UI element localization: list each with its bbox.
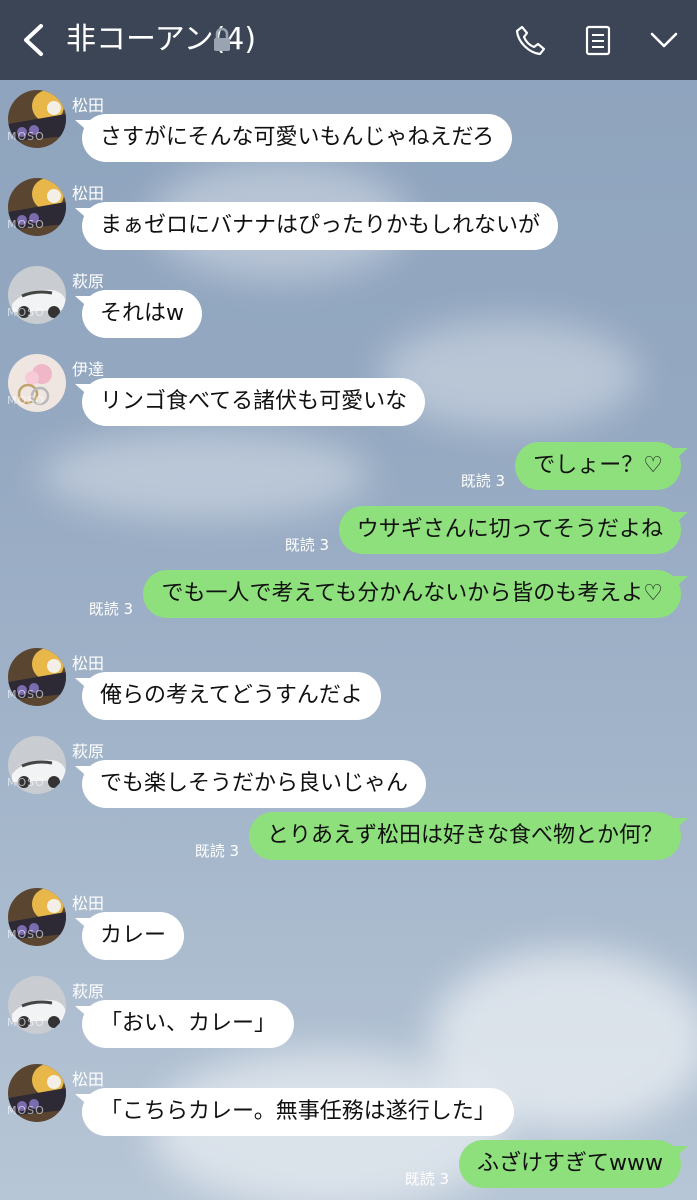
incoming-message: MOSO 萩原 それはw [0,266,697,348]
sender-name: 萩原 [72,272,105,291]
message-bubble[interactable]: それはw [82,290,202,338]
chat-screen: 非コーアン(4) MOSO 松田 さすがにそんな可愛いもんじゃねえだろ MOSO 松田ま… [0,0,697,1200]
read-receipt: 既読 3 [284,536,329,554]
message-list[interactable]: MOSO 松田 さすがにそんな可愛いもんじゃねえだろ MOSO 松田 まぁゼロにバナナはぴ… [0,80,697,1200]
chat-header: 非コーアン(4) [0,0,697,80]
avatar-watermark: MOSO [7,218,45,231]
sender-name: 松田 [72,654,105,673]
chevron-down-icon[interactable] [644,20,684,60]
read-receipt: 既読 3 [404,1170,449,1188]
incoming-message: MOSO 萩原 でも楽しそうだから良いじゃん [0,736,697,818]
sender-name: 伊達 [72,360,105,379]
message-bubble[interactable]: リンゴ食べてる諸伏も可愛いな [82,378,426,426]
sender-name: 萩原 [72,982,105,1001]
lock-icon [214,27,230,51]
outgoing-message: ふざけすぎてwww 既読 3 [0,1140,697,1196]
notes-icon[interactable] [578,20,618,60]
avatar-watermark: MOSO [7,306,45,319]
message-bubble[interactable]: 「こちらカレー。無事任務は遂行した」 [82,1088,514,1136]
message-bubble[interactable]: 「おい、カレー」 [82,1000,295,1048]
read-receipt: 既読 3 [194,842,239,860]
message-bubble[interactable]: とりあえず松田は好きな食べ物とか何？ [248,812,681,860]
avatar-watermark: MOSO [7,130,45,143]
incoming-message: MOSO 松田 カレー [0,888,697,970]
incoming-message: MOSO 松田 さすがにそんな可愛いもんじゃねえだろ [0,90,697,172]
avatar-watermark: MOSO [7,1016,45,1029]
outgoing-message: でしょー？♡ 既読 3 [0,442,697,498]
message-bubble[interactable]: でも楽しそうだから良いじゃん [82,760,427,808]
incoming-message: MOSO 伊達 リンゴ食べてる諸伏も可愛いな [0,354,697,436]
outgoing-message: とりあえず松田は好きな食べ物とか何？ 既読 3 [0,812,697,868]
incoming-message: MOSO 松田 俺らの考えてどうすんだよ [0,648,697,730]
message-bubble[interactable]: 俺らの考えてどうすんだよ [82,672,381,720]
message-bubble[interactable]: さすがにそんな可愛いもんじゃねえだろ [82,114,513,162]
avatar-watermark: MOSO [7,776,45,789]
outgoing-message: でも一人で考えても分かんないから皆のも考えよ♡ 既読 3 [0,570,697,626]
message-bubble[interactable]: カレー [82,912,185,960]
sender-name: 萩原 [72,742,105,761]
sender-name: 松田 [72,894,105,913]
message-bubble[interactable]: ウサギさんに切ってそうだよね [338,506,681,554]
phone-icon[interactable] [510,20,550,60]
read-receipt: 既読 3 [88,600,133,618]
avatar-watermark: MOSO [7,394,45,407]
read-receipt: 既読 3 [460,472,505,490]
avatar-watermark: MOSO [7,928,45,941]
message-bubble[interactable]: まぁゼロにバナナはぴったりかもしれないが [82,202,559,250]
sender-name: 松田 [72,1070,105,1089]
message-bubble[interactable]: でしょー？♡ [515,442,681,490]
incoming-message: MOSO 松田 まぁゼロにバナナはぴったりかもしれないが [0,178,697,260]
sender-name: 松田 [72,184,105,203]
sender-name: 松田 [72,96,105,115]
incoming-message: MOSO 萩原 「おい、カレー」 [0,976,697,1058]
avatar-watermark: MOSO [7,1104,45,1117]
avatar-watermark: MOSO [7,688,45,701]
incoming-message: MOSO 松田 「こちらカレー。無事任務は遂行した」 [0,1064,697,1146]
back-chevron-icon[interactable] [14,18,54,62]
outgoing-message: ウサギさんに切ってそうだよね 既読 3 [0,506,697,562]
message-bubble[interactable]: でも一人で考えても分かんないから皆のも考えよ♡ [143,570,681,618]
message-bubble[interactable]: ふざけすぎてwww [459,1140,681,1188]
